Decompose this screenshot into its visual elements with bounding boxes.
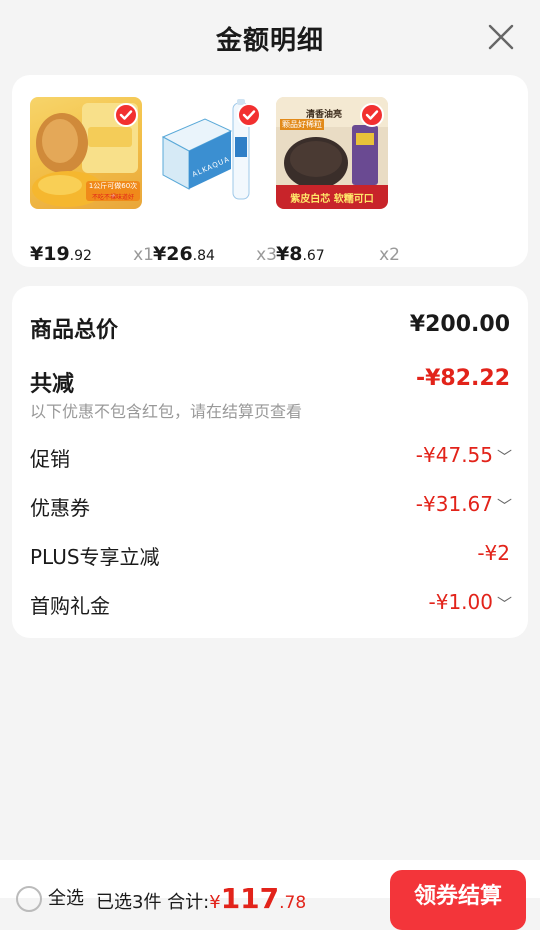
product-price: ¥8.67 xyxy=(276,243,325,265)
product-list-card: 1公斤可做60次+ 不吃不裸味道好 ¥19.92 x1 ALKAQUA ¥26.… xyxy=(12,75,528,267)
discount-total-value: -¥82.22 xyxy=(415,366,510,391)
discount-total-label: 共减 xyxy=(30,372,75,397)
plus-discount-label: PLUS专享立减 xyxy=(30,545,160,569)
product-quantity: x1 xyxy=(133,245,154,265)
product-badge: 不吃不裸味道好 xyxy=(91,194,134,201)
coupon-label: 优惠券 xyxy=(30,496,90,520)
promotion-value: -¥47.55 ﹀ xyxy=(415,443,513,467)
selected-check-icon[interactable] xyxy=(237,103,261,127)
product-quantity: x3 xyxy=(256,245,277,265)
selected-check-icon[interactable] xyxy=(360,103,384,127)
chevron-down-icon[interactable]: ﹀ xyxy=(497,593,512,614)
product-tagline: 紫皮白芯 软糯可口 xyxy=(290,194,374,205)
first-purchase-gift-value: -¥1.00 ﹀ xyxy=(428,590,513,614)
product-quantity: x2 xyxy=(379,245,400,265)
bottom-checkout-bar: 全选 已选3件 合计:¥117.78 领券结算 xyxy=(0,860,540,930)
product-price: ¥26.84 xyxy=(153,243,215,265)
discount-note: 以下优惠不包含红包，请在结算页查看 xyxy=(30,402,303,421)
grand-total: ¥117.78 xyxy=(209,882,307,915)
total-price-label: 商品总价 xyxy=(30,318,119,343)
first-purchase-gift-label: 首购礼金 xyxy=(30,594,110,618)
coupon-value: -¥31.67 ﹀ xyxy=(415,492,513,516)
product-price: ¥19.92 xyxy=(30,243,92,265)
page-title: 金额明细 xyxy=(215,26,324,56)
header: 金额明细 xyxy=(0,0,540,74)
select-all-label[interactable]: 全选 xyxy=(48,884,84,910)
chevron-down-icon[interactable]: ﹀ xyxy=(497,446,512,467)
plus-discount-value: -¥2 xyxy=(477,541,510,565)
close-icon[interactable] xyxy=(486,22,516,52)
total-price-value: ¥200.00 xyxy=(409,312,510,337)
product-tagline: 颗品好稀粒 xyxy=(280,119,324,130)
selected-check-icon[interactable] xyxy=(114,103,138,127)
amount-details-card: 商品总价 ¥200.00 共减 -¥82.22 以下优惠不包含红包，请在结算页查… xyxy=(12,286,528,638)
chevron-down-icon[interactable]: ﹀ xyxy=(497,495,512,516)
checkout-button[interactable]: 领券结算 xyxy=(390,870,526,930)
selection-summary: 已选3件 合计:¥117.78 xyxy=(96,882,307,915)
promotion-label: 促销 xyxy=(30,447,70,471)
select-all-radio[interactable] xyxy=(16,886,42,912)
